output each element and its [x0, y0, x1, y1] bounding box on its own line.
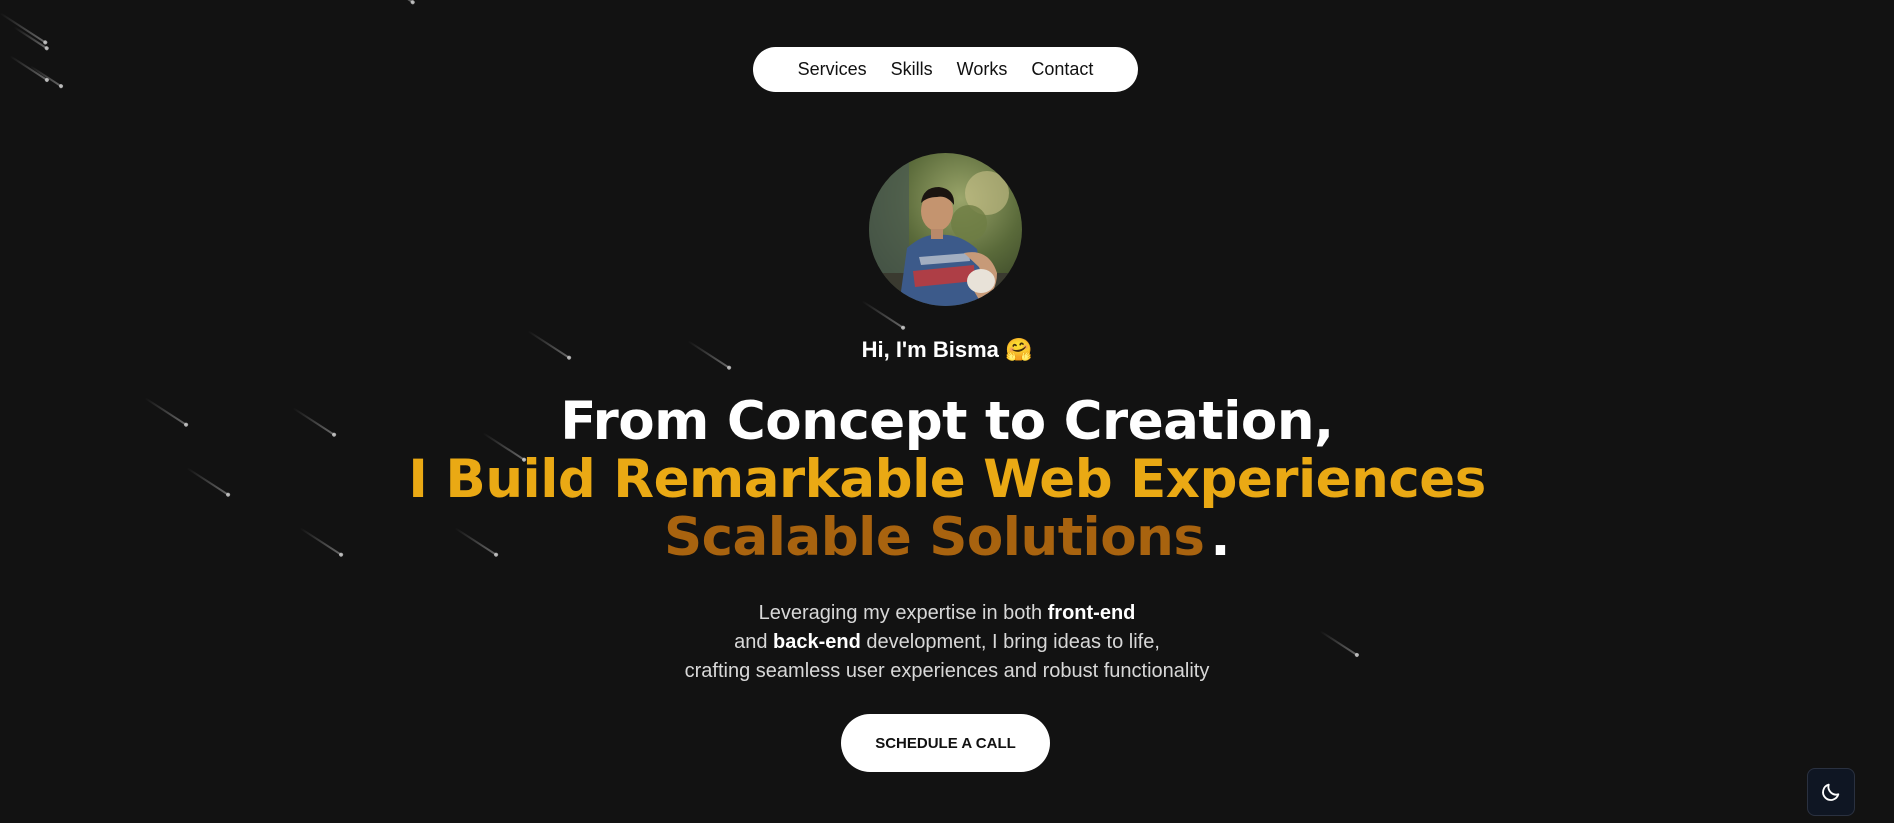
greeting-text: Hi, I'm Bisma — [861, 337, 999, 362]
nav-item-services[interactable]: Services — [798, 59, 867, 80]
page: Services Skills Works Contact Hi, I'm Bi… — [0, 0, 1894, 823]
desc-line-2-pre: and — [734, 631, 774, 653]
nav-item-skills[interactable]: Skills — [891, 59, 933, 80]
hero-description: Leveraging my expertise in both front-en… — [0, 599, 1894, 686]
moon-icon — [1822, 783, 1840, 801]
schedule-call-button[interactable]: SCHEDULE A CALL — [841, 714, 1050, 772]
headline-line-1: From Concept to Creation, — [560, 391, 1334, 452]
desc-line-2: and back-end development, I bring ideas … — [734, 631, 1160, 653]
desc-line-3: crafting seamless user experiences and r… — [684, 660, 1210, 682]
hero-headline: From Concept to Creation, I Build Remark… — [0, 393, 1894, 567]
hugging-face-emoji: 🤗 — [1005, 337, 1033, 362]
desc-front-end: front-end — [1047, 602, 1136, 624]
greeting: Hi, I'm Bisma 🤗 — [0, 337, 1894, 363]
desc-back-end: back-end — [773, 631, 861, 653]
headline-line-3: Scalable Solutions — [663, 507, 1205, 568]
theme-toggle-button[interactable] — [1807, 768, 1855, 816]
desc-line-1: Leveraging my expertise in both front-en… — [759, 602, 1136, 624]
nav-item-works[interactable]: Works — [957, 59, 1008, 80]
desc-line-1-text: Leveraging my expertise in both — [758, 602, 1048, 624]
avatar — [869, 153, 1022, 306]
desc-line-2-post: development, I bring ideas to life, — [860, 631, 1160, 653]
headline-dot: . — [1210, 507, 1231, 568]
headline-line-2: I Build Remarkable Web Experiences — [408, 449, 1486, 510]
top-nav: Services Skills Works Contact — [753, 47, 1138, 92]
nav-item-contact[interactable]: Contact — [1031, 59, 1093, 80]
profile-photo — [869, 153, 1022, 306]
